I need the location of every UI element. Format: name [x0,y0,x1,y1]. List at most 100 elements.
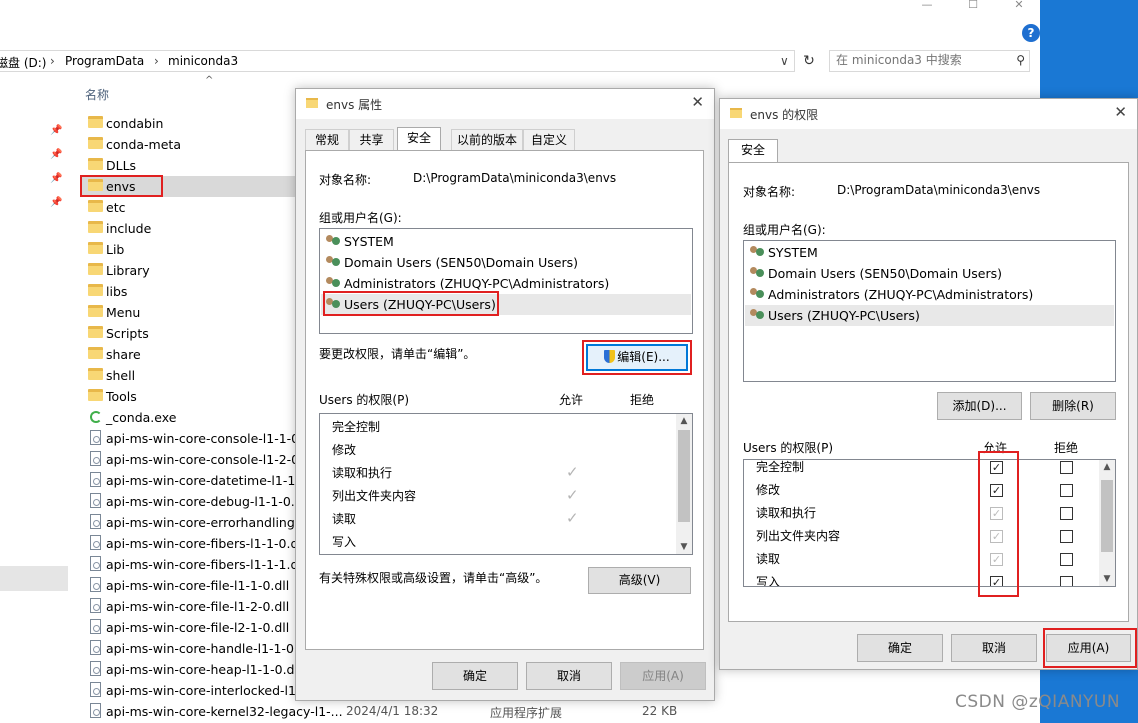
file-name: api-ms-win-core-console-l1-1-0.d [106,431,312,446]
close-icon[interactable]: ✕ [1114,103,1127,121]
permission-name: 完全控制 [756,460,805,474]
allow-checkbox[interactable]: ✓ [990,530,1003,543]
pin-icon[interactable]: 📌 [50,197,62,208]
user-list-item[interactable]: SYSTEM [321,231,691,252]
chevron-down-icon[interactable]: ∨ [780,54,789,68]
tab-security[interactable]: 安全 [397,127,441,150]
deny-checkbox[interactable] [1060,576,1073,586]
tab-customize[interactable]: 自定义 [523,129,575,150]
file-name: conda-meta [106,137,181,152]
deny-header: 拒绝 [630,393,655,407]
watermark: CSDN @zQIANYUN [955,692,1121,712]
allow-check-icon: ✓ [566,509,579,527]
uac-shield-icon [604,350,616,363]
deny-checkbox[interactable] [1060,484,1073,497]
folder-icon [88,158,103,170]
column-header-name[interactable]: 名称 [85,86,109,103]
minimize-icon[interactable]: — [904,0,950,12]
chevron-right-icon[interactable]: › [50,54,55,68]
user-list-item[interactable]: Domain Users (SEN50\Domain Users) [321,252,691,273]
deny-checkbox[interactable] [1060,507,1073,520]
permission-name: 读取和执行 [332,466,393,480]
pin-icon[interactable]: 📌 [50,125,62,136]
properties-dialog: envs 属性 ✕ 常规 共享 安全 以前的版本 自定义 对象名称: D:\Pr… [295,88,715,701]
sidebar-selected-item[interactable] [0,566,68,591]
pin-icon[interactable]: 📌 [50,149,62,160]
user-name: Administrators (ZHUQY-PC\Administrators) [344,276,610,291]
user-list-item[interactable]: Domain Users (SEN50\Domain Users) [745,263,1114,284]
user-name: Domain Users (SEN50\Domain Users) [768,266,1002,281]
object-name-value: D:\ProgramData\miniconda3\envs [413,171,617,185]
user-list-item[interactable]: Users (ZHUQY-PC\Users) [745,305,1114,326]
address-segment-programdata[interactable]: ProgramData [65,54,144,68]
group-users-list[interactable]: SYSTEM Domain Users (SEN50\Domain Users) A… [319,228,693,334]
tab-security[interactable]: 安全 [728,139,778,162]
user-list-item[interactable]: SYSTEM [745,242,1114,263]
file-name: Library [106,263,150,278]
apply-button[interactable]: 应用(A) [620,662,706,690]
add-button[interactable]: 添加(D)... [937,392,1022,420]
security-panel: 对象名称: D:\ProgramData\miniconda3\envs 组或用… [305,150,704,650]
tab-sharing[interactable]: 共享 [349,129,394,150]
object-name-label: 对象名称: [743,185,796,199]
ok-button[interactable]: 确定 [432,662,518,690]
user-list-item[interactable]: Administrators (ZHUQY-PC\Administrators) [745,284,1114,305]
allow-checkbox[interactable]: ✓ [990,484,1003,497]
permissions-panel: 对象名称: D:\ProgramData\miniconda3\envs 组或用… [728,162,1129,622]
allow-check-icon: ✓ [566,486,579,504]
address-segment-miniconda3[interactable]: miniconda3 [168,54,238,68]
deny-checkbox[interactable] [1060,530,1073,543]
address-segment-drive[interactable]: 磁盘 (D:) [0,54,46,71]
file-name: api-ms-win-core-handle-l1-1-0.d [106,641,306,656]
group-users-list[interactable]: SYSTEM Domain Users (SEN50\Domain Users) A… [743,240,1116,382]
search-box[interactable]: ⚲ [829,50,1030,72]
address-bar[interactable]: 磁盘 (D:) › ProgramData › miniconda3 ∨ [0,50,795,72]
file-name: api-ms-win-core-console-l1-2-0.d [106,452,312,467]
folder-icon [730,108,742,118]
folder-icon [88,137,103,149]
tab-previous-versions[interactable]: 以前的版本 [451,129,523,150]
tab-general[interactable]: 常规 [305,129,349,150]
chevron-right-icon[interactable]: › [154,54,159,68]
search-icon[interactable]: ⚲ [1016,53,1025,67]
allow-checkbox[interactable]: ✓ [990,507,1003,520]
allow-checkbox[interactable]: ✓ [990,461,1003,474]
app-icon [90,411,102,423]
permissions-list[interactable]: ▲ ▼ 完全控制 修改 读取和执行 ✓ 列出文件夹内容 ✓ 读取 ✓ 写入 [319,413,693,555]
scroll-down-icon[interactable]: ▼ [1099,572,1115,586]
user-list-item[interactable]: Administrators (ZHUQY-PC\Administrators) [321,273,691,294]
refresh-icon[interactable]: ↻ [799,51,819,71]
scroll-up-icon[interactable]: ▲ [676,414,692,428]
ok-button[interactable]: 确定 [857,634,943,662]
permissions-title: envs 的权限 [750,108,819,122]
scroll-down-icon[interactable]: ▼ [676,540,692,554]
permissions-label: Users 的权限(P) [319,393,410,407]
allow-checkbox[interactable]: ✓ [990,576,1003,586]
permissions-scrollbar[interactable]: ▲ ▼ [1099,460,1115,586]
user-list-item[interactable]: Users (ZHUQY-PC\Users) [321,294,691,315]
permissions-scrollbar[interactable]: ▲ ▼ [676,414,692,554]
cancel-button[interactable]: 取消 [526,662,612,690]
apply-button[interactable]: 应用(A) [1046,634,1131,662]
close-icon[interactable]: ✕ [691,93,704,111]
user-group-icon [326,298,341,311]
permission-name: 完全控制 [332,420,381,434]
deny-checkbox[interactable] [1060,461,1073,474]
maximize-icon[interactable]: ☐ [950,0,996,12]
remove-button[interactable]: 删除(R) [1030,392,1116,420]
cancel-button[interactable]: 取消 [951,634,1037,662]
scrollbar-thumb[interactable] [1101,480,1113,552]
allow-checkbox[interactable]: ✓ [990,553,1003,566]
dll-file-icon [90,493,101,508]
file-row[interactable]: api-ms-win-core-kernel32-legacy-l1-... 20… [80,701,1040,722]
deny-checkbox[interactable] [1060,553,1073,566]
edit-button[interactable]: 编辑(E)... [586,344,688,371]
pin-icon[interactable]: 📌 [50,173,62,184]
advanced-button[interactable]: 高级(V) [588,567,691,594]
close-icon[interactable]: ✕ [996,0,1042,12]
help-icon[interactable]: ? [1022,24,1040,42]
scroll-up-icon[interactable]: ▲ [1099,460,1115,474]
permissions-list[interactable]: ▲ ▼ 完全控制 ✓ 修改 ✓ 读取和执行 ✓ 列出文件夹内容 ✓ 读取 ✓ 写入 ✓ [743,459,1116,587]
scrollbar-thumb[interactable] [678,430,690,522]
search-input[interactable] [836,53,1006,67]
